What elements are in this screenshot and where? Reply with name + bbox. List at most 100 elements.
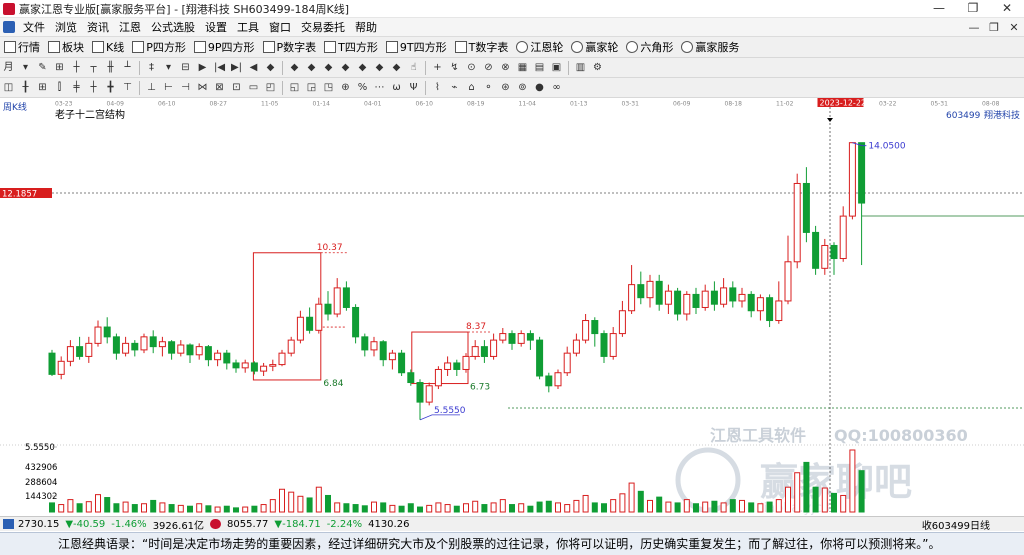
- draw-tool-24[interactable]: +: [430, 60, 445, 75]
- kline-chart[interactable]: 03-23 04-09 06-10 08-27 11-05 01-14 04-01 06-10…: [0, 98, 1024, 516]
- draw-tool-30[interactable]: ▤: [532, 60, 547, 75]
- analysis-tool-14[interactable]: ▭: [246, 80, 261, 95]
- analysis-tool-29[interactable]: ⊚: [515, 80, 530, 95]
- draw-tool-18[interactable]: ◆: [321, 60, 336, 75]
- analysis-tool-0[interactable]: ◫: [1, 80, 16, 95]
- draw-tool-14[interactable]: ◀: [246, 60, 261, 75]
- child-restore-button[interactable]: ❐: [984, 21, 1004, 34]
- draw-tool-2[interactable]: ✎: [35, 60, 50, 75]
- draw-tool-8[interactable]: ‡: [144, 60, 159, 75]
- analysis-tool-18[interactable]: ◳: [321, 80, 336, 95]
- menu-window[interactable]: 窗口: [264, 19, 296, 35]
- analysis-tool-13[interactable]: ⊡: [229, 80, 244, 95]
- analysis-tool-11[interactable]: ⋈: [195, 80, 210, 95]
- analysis-tool-15[interactable]: ◰: [263, 80, 278, 95]
- analysis-tool-17[interactable]: ◲: [304, 80, 319, 95]
- draw-tool-9[interactable]: ▾: [161, 60, 176, 75]
- menu-file[interactable]: 文件: [18, 19, 50, 35]
- analysis-tool-7[interactable]: ⊤: [120, 80, 135, 95]
- draw-tool-19[interactable]: ◆: [338, 60, 353, 75]
- tool-hexagon[interactable]: 六角形: [622, 37, 677, 57]
- draw-tool-1[interactable]: ▾: [18, 60, 33, 75]
- analysis-tool-31[interactable]: ∞: [549, 80, 564, 95]
- analysis-tool-26[interactable]: ⌂: [464, 80, 479, 95]
- minimize-button[interactable]: —: [922, 0, 956, 17]
- analysis-tool-28[interactable]: ⊛: [498, 80, 513, 95]
- draw-tool-12[interactable]: |◀: [212, 60, 227, 75]
- restore-button[interactable]: ❐: [956, 0, 990, 17]
- analysis-tool-12[interactable]: ⊠: [212, 80, 227, 95]
- draw-tool-3[interactable]: ⊞: [52, 60, 67, 75]
- draw-tool-27[interactable]: ⊘: [481, 60, 496, 75]
- app-menu-icon[interactable]: [3, 21, 15, 33]
- menu-tools[interactable]: 工具: [232, 19, 264, 35]
- analysis-tool-20[interactable]: %: [355, 80, 370, 95]
- draw-tool-31[interactable]: ▣: [549, 60, 564, 75]
- tool-quotes[interactable]: 行情: [0, 37, 44, 57]
- analysis-tool-23[interactable]: Ψ: [406, 80, 421, 95]
- draw-tool-13[interactable]: ▶|: [229, 60, 244, 75]
- draw-tool-25[interactable]: ↯: [447, 60, 462, 75]
- menu-formula-select[interactable]: 公式选股: [146, 19, 200, 35]
- draw-tool-10[interactable]: ⊟: [178, 60, 193, 75]
- volume-bar: [656, 496, 663, 513]
- draw-tool-22[interactable]: ◆: [389, 60, 404, 75]
- tool-t-square[interactable]: T四方形: [320, 37, 382, 57]
- analysis-tool-30[interactable]: ●: [532, 80, 547, 95]
- analysis-tool-16[interactable]: ◱: [287, 80, 302, 95]
- draw-tool-21[interactable]: ◆: [372, 60, 387, 75]
- tool-9t-square[interactable]: 9T四方形: [382, 37, 451, 57]
- tool-winner-service[interactable]: 赢家服务: [677, 37, 743, 57]
- sz-index-icon[interactable]: [210, 519, 222, 529]
- tool-kline[interactable]: K线: [88, 37, 128, 57]
- analysis-tool-6[interactable]: ╋: [103, 80, 118, 95]
- analysis-tool-5[interactable]: ┼: [86, 80, 101, 95]
- analysis-tool-3[interactable]: ⫿: [52, 80, 67, 95]
- tool-9p-square[interactable]: 9P四方形: [190, 37, 259, 57]
- draw-tool-4[interactable]: ┼: [69, 60, 84, 75]
- analysis-tool-4[interactable]: ╪: [69, 80, 84, 95]
- sh-index-icon[interactable]: [3, 519, 14, 529]
- menu-news[interactable]: 资讯: [82, 19, 114, 35]
- draw-tool-0[interactable]: 月: [1, 60, 16, 75]
- analysis-tool-27[interactable]: ⚬: [481, 80, 496, 95]
- draw-tool-28[interactable]: ⊗: [498, 60, 513, 75]
- tool-winner-wheel[interactable]: 赢家轮: [567, 37, 622, 57]
- analysis-tool-21[interactable]: ⋯: [372, 80, 387, 95]
- draw-tool-5[interactable]: ┬: [86, 60, 101, 75]
- menu-help[interactable]: 帮助: [350, 19, 382, 35]
- tool-t-number-table[interactable]: T数字表: [451, 37, 513, 57]
- menu-gann[interactable]: 江恩: [114, 19, 146, 35]
- draw-tool-23[interactable]: ☝: [406, 60, 421, 75]
- draw-tool-17[interactable]: ◆: [304, 60, 319, 75]
- analysis-tool-1[interactable]: ╂: [18, 80, 33, 95]
- draw-tool-29[interactable]: ▦: [515, 60, 530, 75]
- draw-tool-16[interactable]: ◆: [287, 60, 302, 75]
- draw-tool-33[interactable]: ⚙: [590, 60, 605, 75]
- draw-tool-11[interactable]: ▶: [195, 60, 210, 75]
- draw-tool-7[interactable]: ┴: [120, 60, 135, 75]
- menu-browse[interactable]: 浏览: [50, 19, 82, 35]
- draw-tool-26[interactable]: ⊙: [464, 60, 479, 75]
- child-close-button[interactable]: ✕: [1004, 21, 1024, 34]
- analysis-tool-8[interactable]: ⊥: [144, 80, 159, 95]
- menu-settings[interactable]: 设置: [200, 19, 232, 35]
- analysis-tool-24[interactable]: ⌇: [430, 80, 445, 95]
- close-button[interactable]: ✕: [990, 0, 1024, 17]
- tool-p-square[interactable]: P四方形: [128, 37, 190, 57]
- analysis-tool-10[interactable]: ⊣: [178, 80, 193, 95]
- tool-p-number-table[interactable]: P数字表: [259, 37, 321, 57]
- tool-gann-wheel[interactable]: 江恩轮: [512, 37, 567, 57]
- analysis-tool-2[interactable]: ⊞: [35, 80, 50, 95]
- draw-tool-15[interactable]: ◆: [263, 60, 278, 75]
- draw-tool-32[interactable]: ▥: [573, 60, 588, 75]
- analysis-tool-22[interactable]: ω: [389, 80, 404, 95]
- analysis-tool-19[interactable]: ⊕: [338, 80, 353, 95]
- draw-tool-20[interactable]: ◆: [355, 60, 370, 75]
- menu-trade[interactable]: 交易委托: [296, 19, 350, 35]
- analysis-tool-25[interactable]: ⌁: [447, 80, 462, 95]
- tool-sector[interactable]: 板块: [44, 37, 88, 57]
- child-minimize-button[interactable]: —: [964, 21, 984, 34]
- analysis-tool-9[interactable]: ⊢: [161, 80, 176, 95]
- draw-tool-6[interactable]: ╫: [103, 60, 118, 75]
